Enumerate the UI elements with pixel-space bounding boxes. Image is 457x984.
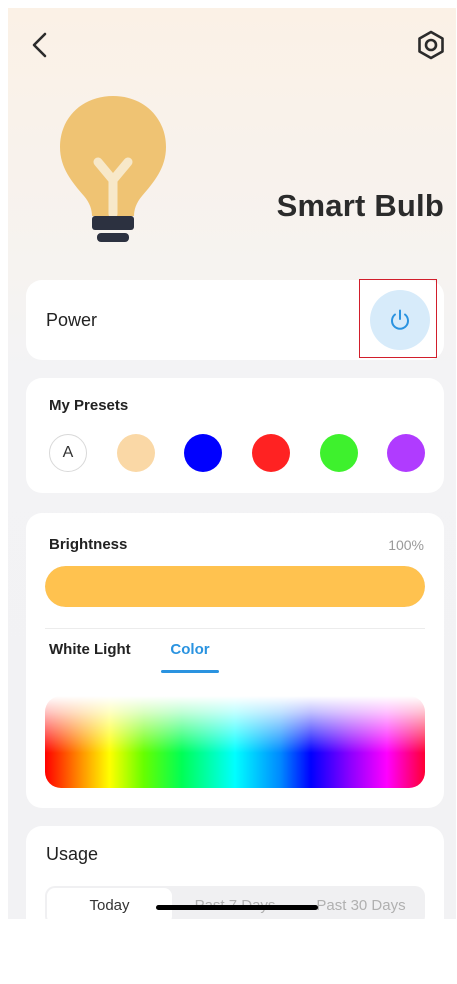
brightness-label: Brightness [49, 536, 128, 553]
preset-red[interactable] [252, 434, 290, 472]
preset-blue[interactable] [184, 434, 222, 472]
smart-bulb-screen: Smart Bulb Power My Presets A Brightness… [8, 8, 456, 919]
usage-period-7-days[interactable]: Past 7 Days [172, 886, 298, 919]
brightness-slider-fill [45, 566, 425, 607]
brightness-card: Brightness 100% White Light Color [26, 513, 444, 808]
page-title: Smart Bulb [276, 188, 444, 223]
brightness-slider[interactable] [45, 566, 425, 607]
home-indicator[interactable] [156, 905, 318, 910]
preset-green[interactable] [320, 434, 358, 472]
usage-period-30-days[interactable]: Past 30 Days [298, 886, 424, 919]
gear-icon [418, 30, 444, 60]
lightbulb-icon [60, 96, 166, 242]
power-card: Power [26, 279, 444, 360]
divider [45, 628, 425, 629]
settings-button[interactable] [414, 28, 448, 62]
usage-period-today[interactable]: Today [47, 888, 172, 919]
power-button[interactable] [370, 290, 430, 350]
usage-label: Usage [46, 844, 99, 864]
preset-warm-white[interactable] [117, 434, 155, 472]
color-spectrum-picker[interactable] [45, 696, 425, 788]
presets-card: My Presets A [26, 378, 444, 493]
tab-white-light[interactable]: White Light [49, 641, 131, 666]
back-button[interactable] [26, 28, 52, 62]
preset-auto[interactable]: A [49, 434, 87, 472]
chevron-left-icon [32, 32, 47, 58]
usage-period-selector: Today Past 7 Days Past 30 Days [45, 886, 425, 919]
preset-purple[interactable] [387, 434, 425, 472]
power-label: Power [46, 310, 98, 330]
presets-label: My Presets [49, 397, 129, 414]
brightness-value: 100% [388, 537, 424, 553]
tab-color-indicator [161, 670, 219, 673]
tab-color[interactable]: Color [161, 641, 219, 666]
power-icon [391, 309, 409, 330]
